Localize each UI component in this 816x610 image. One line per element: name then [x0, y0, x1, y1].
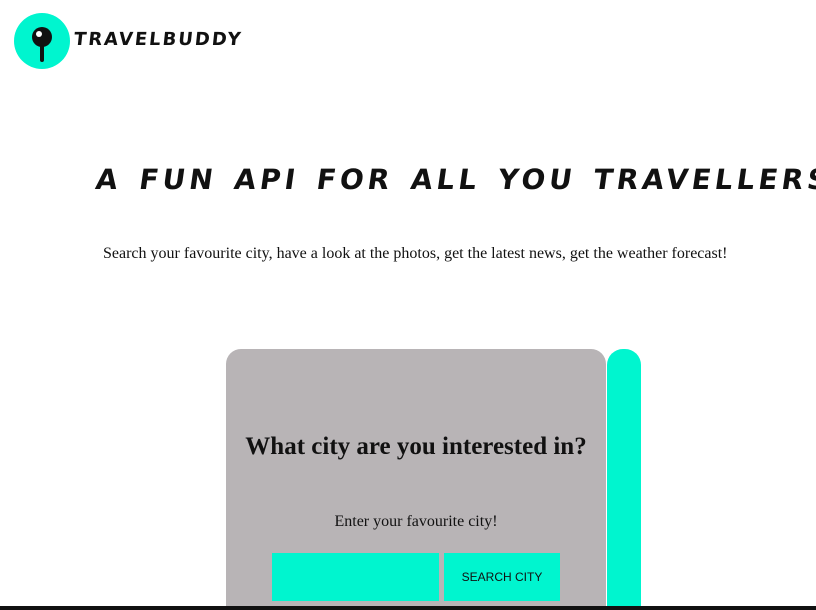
search-card: What city are you interested in? Enter y… [226, 349, 606, 610]
search-city-button[interactable]: SEARCH CITY [444, 553, 560, 601]
hero-title: A FUN API FOR ALL YOU TRAVELLERS! [93, 163, 816, 196]
hero-subtitle: Search your favourite city, have a look … [103, 245, 728, 262]
logo[interactable] [14, 13, 70, 69]
search-card-title: What city are you interested in? [245, 433, 587, 460]
card-accent-bar [607, 349, 641, 610]
page: TRAVELBUDDY A FUN API FOR ALL YOU TRAVEL… [0, 0, 816, 610]
bottom-divider [0, 606, 816, 610]
map-pin-icon [32, 27, 52, 62]
city-search-input[interactable] [272, 553, 439, 601]
city-input-label: Enter your favourite city! [334, 513, 498, 530]
brand-name[interactable]: TRAVELBUDDY [73, 29, 244, 50]
